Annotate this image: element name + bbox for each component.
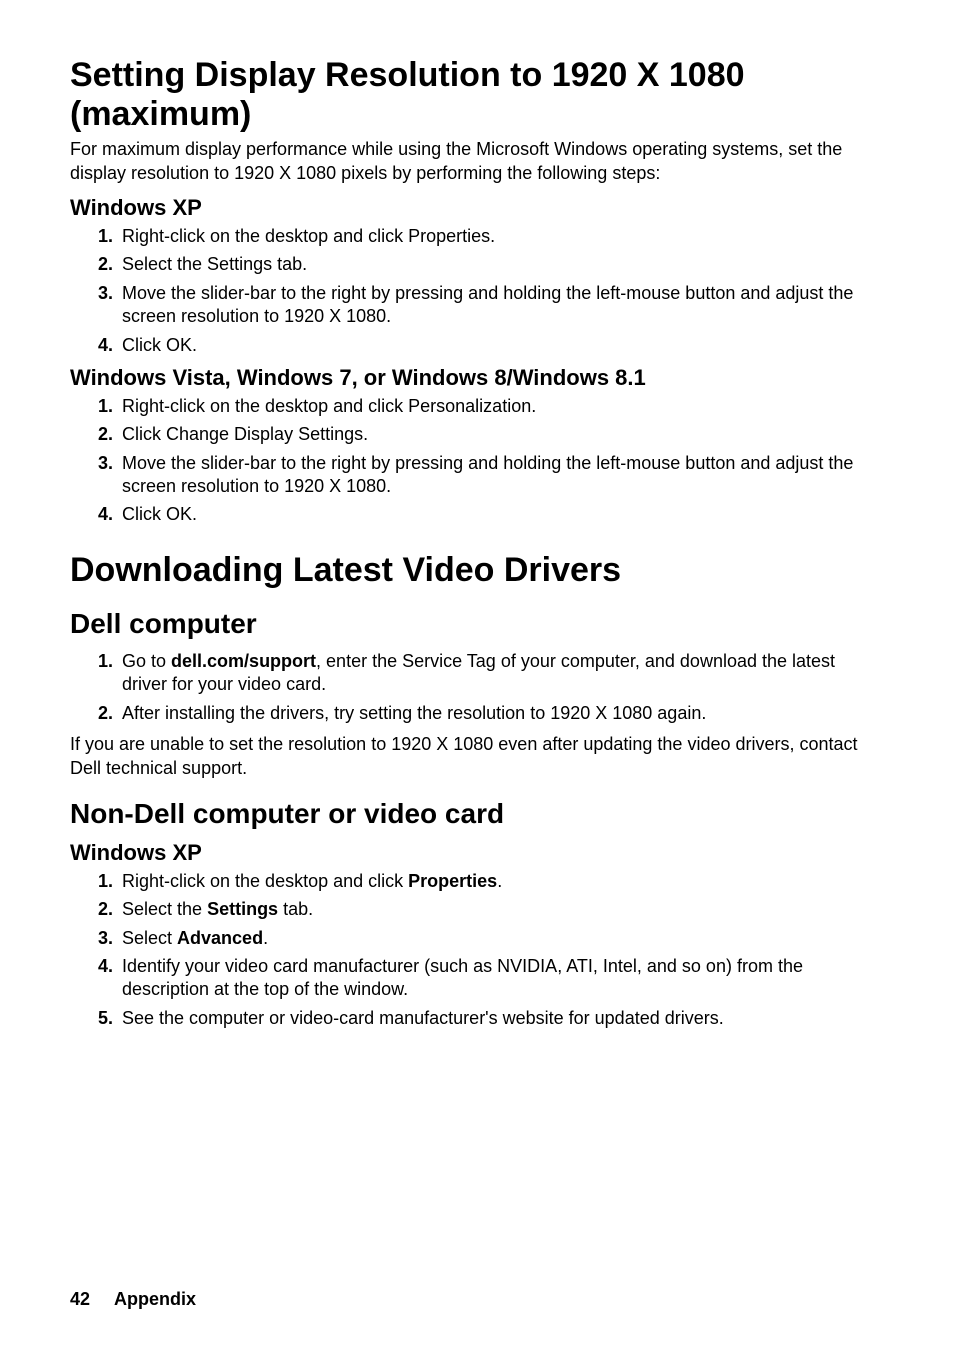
step-text: Right-click on the desktop and click Pro… xyxy=(122,871,502,891)
step-text: Select the Settings tab. xyxy=(122,254,307,274)
heading-windows-vista: Windows Vista, Windows 7, or Windows 8/W… xyxy=(70,365,884,391)
list-item: 1.Right-click on the desktop and click P… xyxy=(98,870,884,893)
list-item: 1.Right-click on the desktop and click P… xyxy=(98,225,884,248)
list-item: 2.After installing the drivers, try sett… xyxy=(98,702,884,725)
list-item: 2.Select the Settings tab. xyxy=(98,898,884,921)
list-item: 2.Click Change Display Settings. xyxy=(98,423,884,446)
list-item: 1.Go to dell.com/support, enter the Serv… xyxy=(98,650,884,697)
list-item: 4.Click OK. xyxy=(98,503,884,526)
list-dell-steps: 1.Go to dell.com/support, enter the Serv… xyxy=(70,650,884,725)
page-footer: 42 Appendix xyxy=(70,1289,196,1310)
list-item: 3.Move the slider-bar to the right by pr… xyxy=(98,452,884,499)
step-text: After installing the drivers, try settin… xyxy=(122,703,706,723)
footer-label: Appendix xyxy=(114,1289,196,1309)
list-item: 4.Identify your video card manufacturer … xyxy=(98,955,884,1002)
step-text: Identify your video card manufacturer (s… xyxy=(122,956,803,999)
step-text: Click Change Display Settings. xyxy=(122,424,368,444)
step-text: Select the Settings tab. xyxy=(122,899,313,919)
step-text: Right-click on the desktop and click Pro… xyxy=(122,226,495,246)
step-text: Click OK. xyxy=(122,504,197,524)
list-nondell-xp-steps: 1.Right-click on the desktop and click P… xyxy=(70,870,884,1030)
step-text: Go to dell.com/support, enter the Servic… xyxy=(122,651,835,694)
step-text: Move the slider-bar to the right by pres… xyxy=(122,453,853,496)
heading-setting-resolution: Setting Display Resolution to 1920 X 108… xyxy=(70,56,884,134)
heading-dell-computer: Dell computer xyxy=(70,608,884,640)
intro-paragraph: For maximum display performance while us… xyxy=(70,138,884,185)
dell-after-paragraph: If you are unable to set the resolution … xyxy=(70,733,884,780)
heading-non-dell: Non-Dell computer or video card xyxy=(70,798,884,830)
heading-windows-xp: Windows XP xyxy=(70,195,884,221)
list-item: 5.See the computer or video-card manufac… xyxy=(98,1007,884,1030)
list-item: 4.Click OK. xyxy=(98,334,884,357)
step-text: Select Advanced. xyxy=(122,928,268,948)
step-text: See the computer or video-card manufactu… xyxy=(122,1008,724,1028)
step-text: Move the slider-bar to the right by pres… xyxy=(122,283,853,326)
list-item: 3.Move the slider-bar to the right by pr… xyxy=(98,282,884,329)
list-item: 2.Select the Settings tab. xyxy=(98,253,884,276)
step-text: Click OK. xyxy=(122,335,197,355)
heading-nondell-xp: Windows XP xyxy=(70,840,884,866)
step-text: Right-click on the desktop and click Per… xyxy=(122,396,536,416)
list-vista-steps: 1.Right-click on the desktop and click P… xyxy=(70,395,884,527)
page-number: 42 xyxy=(70,1289,90,1309)
list-item: 1.Right-click on the desktop and click P… xyxy=(98,395,884,418)
heading-downloading-drivers: Downloading Latest Video Drivers xyxy=(70,551,884,590)
list-item: 3.Select Advanced. xyxy=(98,927,884,950)
list-xp-steps: 1.Right-click on the desktop and click P… xyxy=(70,225,884,357)
